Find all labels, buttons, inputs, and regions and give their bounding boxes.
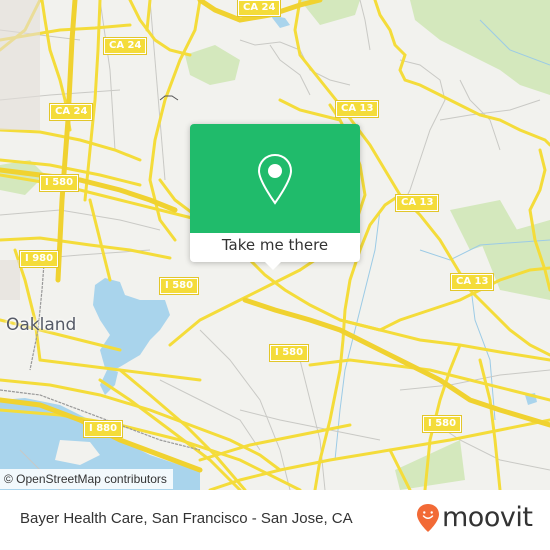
trail-marker (159, 95, 179, 101)
road-shield-ca13: CA 13 (451, 274, 494, 290)
popup-header (190, 124, 360, 233)
map-pin-icon (257, 153, 293, 205)
road-shield-ca13: CA 13 (396, 195, 439, 211)
road-shield-ca24: CA 24 (104, 38, 147, 54)
road-shield-i980: I 980 (20, 251, 59, 267)
moovit-logo: moovit (416, 502, 533, 533)
take-me-there-button[interactable]: Take me there (190, 233, 360, 262)
moovit-wordmark: moovit (442, 502, 533, 533)
popup-pointer (264, 261, 282, 270)
road-shield-ca24: CA 24 (50, 104, 93, 120)
road-shield-i580: I 580 (160, 278, 199, 294)
road-shield-i580: I 580 (270, 345, 309, 361)
map-attribution[interactable]: © OpenStreetMap contributors (0, 469, 173, 489)
footer: Bayer Health Care, San Francisco - San J… (0, 490, 550, 550)
road-shield-ca24: CA 24 (238, 0, 281, 16)
moovit-pin-icon (417, 504, 439, 532)
road-shield-i580: I 580 (423, 416, 462, 432)
location-caption: Bayer Health Care, San Francisco - San J… (20, 510, 353, 527)
location-popup: Take me there (190, 124, 360, 270)
road-shield-i880: I 880 (84, 421, 123, 437)
road-shield-ca13: CA 13 (336, 101, 379, 117)
road-shield-i580: I 580 (40, 175, 79, 191)
map-view[interactable]: CA 24 CA 24 CA 24 CA 13 CA 13 CA 13 I 58… (0, 0, 550, 490)
city-label-oakland: Oakland (6, 315, 77, 335)
